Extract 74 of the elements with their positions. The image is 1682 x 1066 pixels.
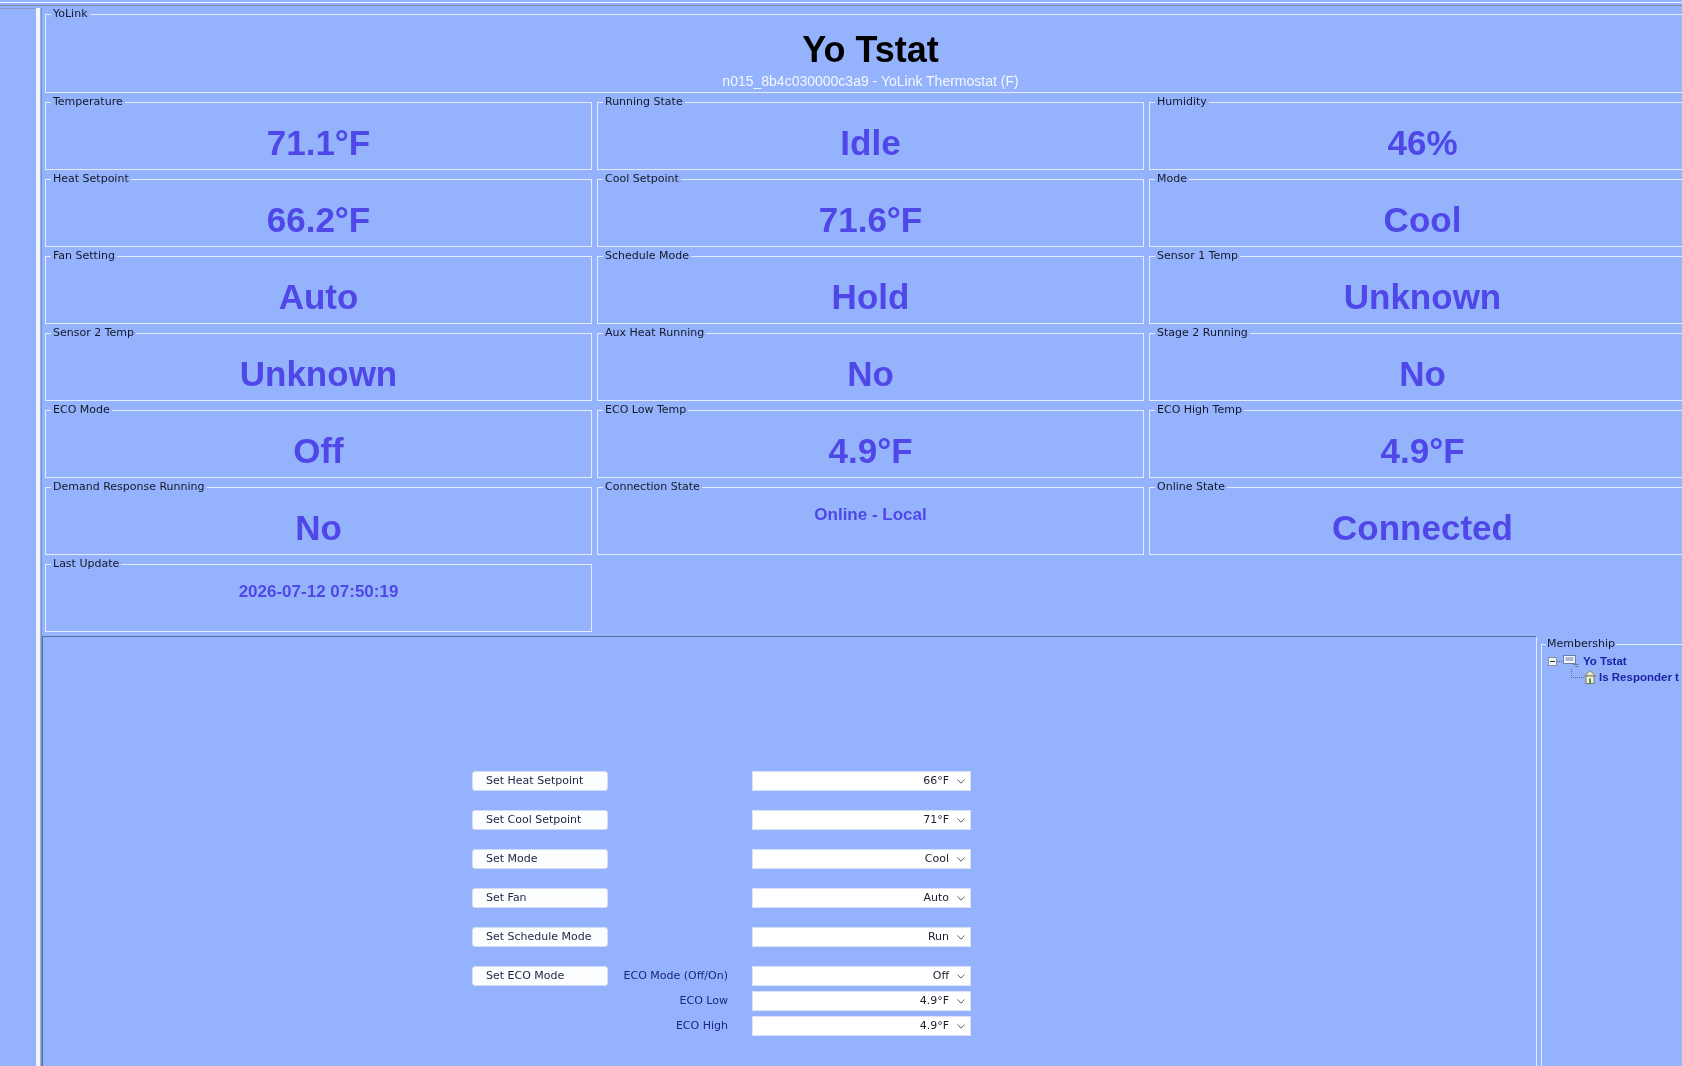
field-label: Mode <box>1156 173 1188 185</box>
device-title: Yo Tstat <box>802 30 939 70</box>
command-button[interactable]: Set Fan <box>472 888 608 908</box>
field-value: No <box>1399 356 1446 391</box>
tree-item[interactable]: Is Responder t <box>1599 670 1679 684</box>
option-label: ECO High <box>675 1019 728 1033</box>
field-value: Connected <box>1332 510 1513 545</box>
device-subtitle: n015_8b4c030000c3a9 - YoLink Thermostat (F) <box>722 73 1019 89</box>
field-label: Sensor 1 Temp <box>1156 250 1239 262</box>
field-label: Heat Setpoint <box>52 173 130 185</box>
field-label: Humidity <box>1156 96 1208 108</box>
dropdown[interactable]: 71°F <box>752 810 971 830</box>
dropdown[interactable]: 4.9°F <box>752 1016 971 1036</box>
field-label: Last Update <box>52 558 121 570</box>
dropdown[interactable]: Run <box>752 927 971 947</box>
command-button[interactable]: Set ECO Mode <box>472 966 608 986</box>
field-value: Auto <box>278 279 359 314</box>
dropdown[interactable]: 66°F <box>752 771 971 791</box>
group-legend: Membership <box>1546 638 1616 650</box>
command-button[interactable]: Set Schedule Mode <box>472 927 608 947</box>
field-label: Demand Response Running <box>52 481 206 493</box>
tree-connector-icon <box>1571 669 1584 678</box>
field-label: Aux Heat Running <box>604 327 706 339</box>
field-value: Online - Local <box>814 505 927 525</box>
command-button[interactable]: Set Mode <box>472 849 608 869</box>
field-value: No <box>295 510 342 545</box>
field-label: Stage 2 Running <box>1156 327 1249 339</box>
field-value: Unknown <box>1343 279 1502 314</box>
field-label: Running State <box>604 96 684 108</box>
chevron-down-icon <box>957 973 965 979</box>
document-icon <box>1563 655 1579 667</box>
chevron-down-icon <box>957 1023 965 1029</box>
dropdown[interactable]: Off <box>752 966 971 986</box>
field-label: ECO Low Temp <box>604 404 688 416</box>
field-label: ECO High Temp <box>1156 404 1243 416</box>
field-value: Off <box>293 433 344 468</box>
dropdown[interactable]: Auto <box>752 888 971 908</box>
field-label: Fan Setting <box>52 250 116 262</box>
chevron-down-icon <box>957 895 965 901</box>
field-value: 2026-07-12 07:50:19 <box>238 582 399 602</box>
chevron-down-icon <box>957 856 965 862</box>
field-label: Connection State <box>604 481 701 493</box>
chevron-down-icon <box>957 778 965 784</box>
chevron-down-icon <box>957 817 965 823</box>
tree-item[interactable]: Yo Tstat <box>1583 654 1627 668</box>
field-label: Schedule Mode <box>604 250 690 262</box>
chevron-down-icon <box>957 934 965 940</box>
command-button[interactable]: Set Heat Setpoint <box>472 771 608 791</box>
group-legend: YoLink <box>51 8 90 20</box>
field-value: Cool <box>1383 202 1462 237</box>
field-value: 66.2°F <box>266 202 371 237</box>
option-label: ECO Mode (Off/On) <box>623 969 728 983</box>
field-label: ECO Mode <box>52 404 111 416</box>
field-value: 4.9°F <box>1380 433 1465 468</box>
field-value: 4.9°F <box>828 433 913 468</box>
house-icon <box>1584 670 1596 684</box>
chevron-down-icon <box>957 998 965 1004</box>
field-label: Cool Setpoint <box>604 173 680 185</box>
command-button[interactable]: Set Cool Setpoint <box>472 810 608 830</box>
minus-icon[interactable] <box>1548 656 1557 666</box>
dropdown[interactable]: 4.9°F <box>752 991 971 1011</box>
field-value: Unknown <box>239 356 398 391</box>
field-value: No <box>847 356 894 391</box>
dropdown[interactable]: Cool <box>752 849 971 869</box>
field-label: Temperature <box>52 96 124 108</box>
field-label: Sensor 2 Temp <box>52 327 135 339</box>
field-value: Idle <box>840 125 901 160</box>
field-value: 71.6°F <box>818 202 923 237</box>
field-label: Online State <box>1156 481 1227 493</box>
option-label: ECO Low <box>679 994 728 1008</box>
field-value: 46% <box>1387 125 1458 160</box>
tree-connector-icon <box>1557 660 1563 662</box>
field-value: Hold <box>831 279 910 314</box>
field-value: 71.1°F <box>266 125 371 160</box>
